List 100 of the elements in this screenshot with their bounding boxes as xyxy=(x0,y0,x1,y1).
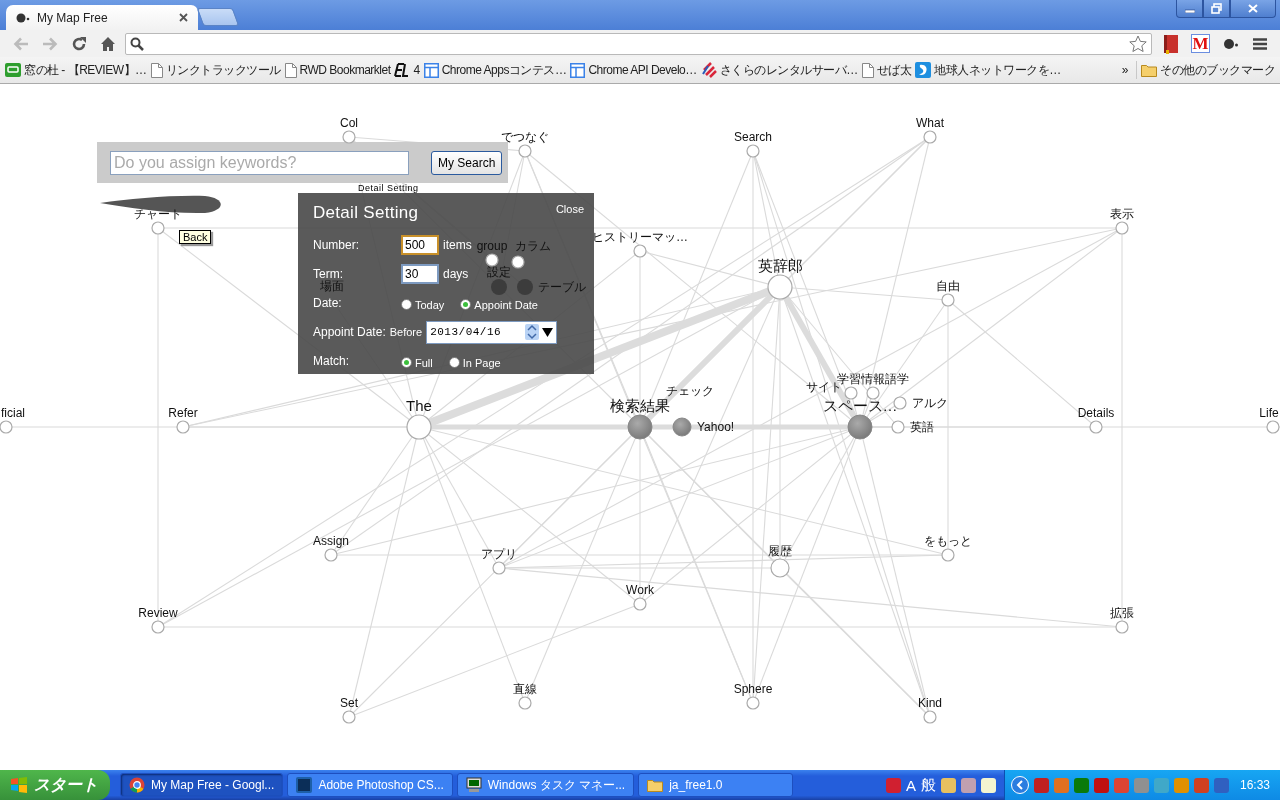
radio-button[interactable] xyxy=(460,299,472,310)
node-circle[interactable] xyxy=(342,130,356,144)
node-circle[interactable] xyxy=(1115,620,1129,634)
bookmark[interactable]: 窓の杜 - 【REVIEW】… xyxy=(5,59,147,81)
taskbar-button[interactable]: Adobe Photoshop CS... xyxy=(287,773,453,797)
node-circle[interactable] xyxy=(893,396,907,410)
extension-icon[interactable]: M xyxy=(1191,34,1210,53)
node-circle[interactable] xyxy=(1089,420,1103,434)
field-label: Date: xyxy=(313,296,343,310)
date-field[interactable]: 2013/04/16 xyxy=(426,320,558,344)
bookmark[interactable]: 4 xyxy=(394,61,420,79)
node-label: Col xyxy=(340,116,358,130)
node-circle[interactable] xyxy=(1266,420,1280,434)
node-circle[interactable] xyxy=(633,244,647,258)
bookmark[interactable]: 地球人ネットワークを… xyxy=(915,59,1061,81)
tray-icon[interactable] xyxy=(960,777,976,793)
more-bookmarks-button[interactable]: » xyxy=(1117,63,1132,77)
term-field[interactable]: 30 xyxy=(401,264,439,284)
number-field[interactable]: 500 xyxy=(401,235,439,255)
spinner-icon[interactable] xyxy=(525,324,540,340)
close-icon[interactable] xyxy=(179,13,188,22)
before-label: Before xyxy=(389,326,423,338)
bookmark[interactable]: せば太 xyxy=(861,59,912,81)
node-circle[interactable] xyxy=(492,561,506,575)
node-circle[interactable] xyxy=(746,696,760,710)
close-link[interactable]: Close xyxy=(555,203,584,215)
bookmark[interactable]: Chrome Appsコンテス… xyxy=(423,59,567,81)
tray-icon[interactable] xyxy=(980,777,996,793)
node-circle[interactable] xyxy=(406,414,432,440)
node-circle[interactable] xyxy=(923,710,937,724)
book-icon xyxy=(1162,33,1179,54)
node-label: Life xyxy=(1259,406,1279,420)
close-button[interactable] xyxy=(1230,0,1276,18)
node-circle[interactable] xyxy=(518,696,532,710)
page-icon xyxy=(284,62,297,78)
taskbar-button[interactable]: ja_free1.0 xyxy=(638,773,794,797)
node-circle[interactable] xyxy=(633,597,647,611)
node-circle[interactable] xyxy=(342,710,356,724)
node-circle[interactable] xyxy=(767,274,793,300)
photoshop-icon xyxy=(296,777,313,793)
node-circle[interactable] xyxy=(847,414,873,440)
node-circle[interactable] xyxy=(891,420,905,434)
node-circle[interactable] xyxy=(923,130,937,144)
node-circle[interactable] xyxy=(844,386,858,400)
forward-arrow-icon xyxy=(41,36,58,51)
node-circle[interactable] xyxy=(746,144,760,158)
node-circle[interactable] xyxy=(1115,221,1129,235)
node-circle[interactable] xyxy=(941,548,955,562)
node-label: group xyxy=(476,239,508,253)
dropdown-arrow-icon[interactable] xyxy=(542,327,554,337)
node-circle[interactable] xyxy=(866,386,880,400)
node-circle[interactable] xyxy=(770,558,790,578)
node-circle[interactable] xyxy=(491,279,507,295)
radio-button[interactable] xyxy=(448,357,460,368)
taskbar-button[interactable]: My Map Free - Googl... xyxy=(120,773,284,797)
minimize-button[interactable] xyxy=(1176,0,1203,18)
chrome-icon xyxy=(129,777,145,793)
browser-tab[interactable]: My Map Free xyxy=(6,5,198,30)
star-icon[interactable] xyxy=(1129,34,1147,53)
home-icon xyxy=(99,35,116,52)
search-button[interactable]: My Search xyxy=(431,150,503,175)
search-field[interactable]: Do you assign keywords? xyxy=(110,150,409,175)
ime-mode[interactable]: A xyxy=(905,776,916,794)
bookmark-folder[interactable]: その他のブックマーク xyxy=(1141,59,1275,81)
node-circle[interactable] xyxy=(511,255,525,269)
web-app-icon xyxy=(570,62,586,78)
node-circle[interactable] xyxy=(672,417,692,437)
node-circle[interactable] xyxy=(151,221,165,235)
restore-button[interactable] xyxy=(1203,0,1230,18)
detail-setting-link[interactable]: Detail Setting xyxy=(358,183,419,193)
bookmark[interactable]: リンクトラックツール xyxy=(150,59,281,81)
node-circle[interactable] xyxy=(151,620,165,634)
menu-icon[interactable] xyxy=(1252,37,1267,50)
ime-mode[interactable]: 般 xyxy=(920,775,936,795)
chevron-icon[interactable] xyxy=(1010,776,1029,794)
unit-label: items xyxy=(443,238,472,252)
field-label: Number: xyxy=(313,238,360,252)
node-circle[interactable] xyxy=(941,293,955,307)
tab-title: My Map Free xyxy=(37,10,109,25)
taskbar-button[interactable]: Windows タスク マネー... xyxy=(456,773,635,797)
bookmark[interactable]: Chrome API Develo… xyxy=(570,60,697,80)
radio-button[interactable] xyxy=(401,357,412,368)
bookmark[interactable]: さくらのレンタルサーバ… xyxy=(700,59,858,81)
tray-icon[interactable] xyxy=(1213,777,1229,793)
tray-icon[interactable] xyxy=(1033,777,1049,793)
node-circle[interactable] xyxy=(627,414,653,440)
node-circle[interactable] xyxy=(176,420,190,434)
node-label: What xyxy=(916,116,944,130)
tray-icon[interactable] xyxy=(940,777,956,793)
radio-button[interactable] xyxy=(401,299,412,310)
node-label: Details xyxy=(1077,406,1115,420)
new-tab-button[interactable] xyxy=(196,8,240,26)
node-circle[interactable] xyxy=(485,253,499,267)
node-circle[interactable] xyxy=(518,144,532,158)
tray-icon[interactable] xyxy=(1093,777,1109,793)
windows-logo-icon xyxy=(10,777,28,793)
node-circle[interactable] xyxy=(324,548,338,562)
node-circle[interactable] xyxy=(517,279,533,295)
bookmark[interactable]: RWD Bookmarklet xyxy=(284,60,391,80)
dot-icon[interactable] xyxy=(1222,37,1239,50)
